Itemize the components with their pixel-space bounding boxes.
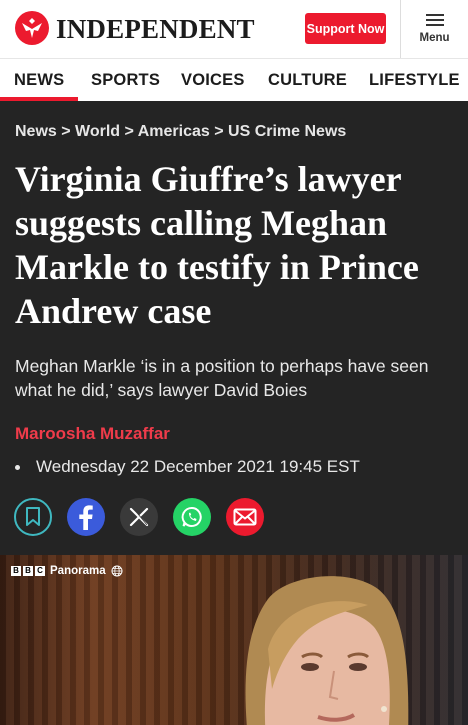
bookmark-button[interactable] xyxy=(14,498,52,536)
section-nav: NEWS SPORTS VOICES CULTURE LIFESTYLE xyxy=(0,58,468,101)
article-headline: Virginia Giuffre’s lawyer suggests calli… xyxy=(15,159,419,331)
x-share-button[interactable] xyxy=(120,498,158,536)
bbc-logo-letter: C xyxy=(35,566,45,576)
publish-date: Wednesday 22 December 2021 19:45 EST xyxy=(36,457,360,476)
breadcrumb-separator: > xyxy=(124,123,134,140)
nav-item-news[interactable]: NEWS xyxy=(14,71,64,90)
article-header: News > World > Americas > US Crime News … xyxy=(0,101,468,555)
programme-name: Panorama xyxy=(50,565,106,577)
bbc-logo: B B C xyxy=(11,566,45,576)
breadcrumb-news[interactable]: News xyxy=(15,123,57,140)
breadcrumb-americas[interactable]: Americas xyxy=(138,123,210,140)
email-share-button[interactable] xyxy=(226,498,264,536)
breadcrumb-world[interactable]: World xyxy=(75,123,120,140)
breadcrumb-us-crime-news[interactable]: US Crime News xyxy=(228,123,346,140)
email-icon xyxy=(233,508,257,526)
bbc-panorama-watermark: B B C Panorama xyxy=(11,565,123,577)
article-standfirst: Meghan Markle ‘is in a position to perha… xyxy=(15,356,429,400)
support-now-button[interactable]: Support Now xyxy=(305,13,386,44)
bbc-logo-letter: B xyxy=(23,566,33,576)
bbc-logo-letter: B xyxy=(11,566,21,576)
menu-label: Menu xyxy=(419,32,450,44)
publish-date-row: Wednesday 22 December 2021 19:45 EST xyxy=(15,457,360,477)
globe-icon xyxy=(111,565,123,577)
site-header: INDEPENDENT Support Now Menu xyxy=(0,0,468,58)
facebook-share-button[interactable] xyxy=(67,498,105,536)
whatsapp-icon xyxy=(181,507,202,527)
article-hero-image[interactable]: B B C Panorama xyxy=(0,555,468,725)
breadcrumb-separator: > xyxy=(61,123,71,140)
whatsapp-share-button[interactable] xyxy=(173,498,211,536)
brand-wordmark[interactable]: INDEPENDENT xyxy=(56,14,255,45)
breadcrumb: News > World > Americas > US Crime News xyxy=(15,123,346,141)
hamburger-menu-icon xyxy=(425,14,444,26)
menu-button[interactable]: Menu xyxy=(401,0,468,58)
breadcrumb-separator: > xyxy=(214,123,224,140)
nav-item-sports[interactable]: SPORTS xyxy=(91,71,160,90)
author-name[interactable]: Maroosha Muzaffar xyxy=(15,424,170,444)
interviewee-portrait xyxy=(245,576,409,725)
bookmark-icon xyxy=(26,507,40,526)
x-icon xyxy=(129,507,149,527)
nav-item-voices[interactable]: VOICES xyxy=(181,71,245,90)
eagle-logo-icon[interactable] xyxy=(14,10,50,46)
facebook-icon xyxy=(79,505,93,530)
nav-item-lifestyle[interactable]: LIFESTYLE xyxy=(369,71,460,90)
nav-item-culture[interactable]: CULTURE xyxy=(268,71,347,90)
bullet-icon xyxy=(15,464,20,470)
